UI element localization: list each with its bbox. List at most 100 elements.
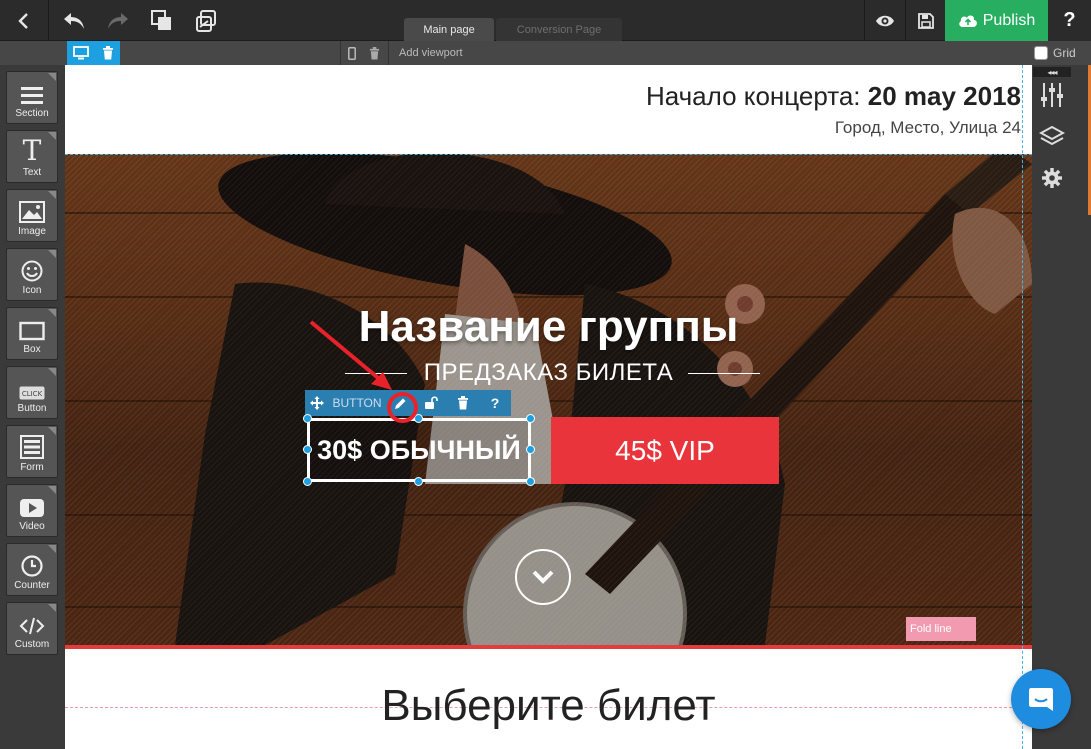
preorder-subtitle[interactable]: ПРЕДЗАКАЗ БИЛЕТА [65,359,1032,387]
tool-custom[interactable]: Custom [6,602,58,655]
resize-handle[interactable] [303,477,312,486]
video-play-icon [20,499,44,517]
grid-toggle[interactable]: Grid [1034,41,1076,65]
viewport-bar: Add viewport Grid [0,41,1091,65]
grid-label: Grid [1053,46,1076,60]
tool-label: Button [17,403,47,414]
undo-button[interactable] [52,0,96,41]
grid-checkbox[interactable] [1034,46,1048,60]
red-annotation-arrow-icon [309,320,392,390]
eye-icon [876,15,894,26]
tab-main-page[interactable]: Main page [404,18,494,41]
concert-date-prefix: Начало концерта: [645,81,868,111]
concert-address[interactable]: Город, Место, Улица 24 [835,118,1021,138]
tool-icon[interactable]: Icon [6,248,58,301]
resize-handle[interactable] [414,477,423,486]
fold-line-label: Fold line [906,617,976,641]
chevron-left-icon [18,12,28,29]
sliders-icon [1041,83,1063,107]
tool-counter[interactable]: Counter [6,543,58,596]
svg-text:CLICK: CLICK [22,390,43,398]
settings-sliders-button[interactable] [1038,81,1066,109]
clock-icon [21,555,43,577]
tool-button[interactable]: CLICK Button [6,366,58,419]
tool-label: Form [20,462,44,473]
code-icon [19,617,45,635]
chat-bubble-icon [1029,688,1053,711]
right-panel: ◂◂◂ [1032,65,1091,749]
paste-button[interactable] [184,0,228,41]
tool-text[interactable]: T Text [6,130,58,183]
tool-section[interactable]: Section [6,71,58,124]
help-question-icon[interactable]: ? [479,390,511,416]
hero-bottom-strip [65,645,1032,649]
tool-label: Counter [14,580,50,591]
element-toolbox: Section T Text Image Icon Box CLICK Butt… [0,65,65,749]
tab-conversion-page[interactable]: Conversion Page [496,18,622,41]
chevron-down-icon [532,570,554,584]
resize-handle[interactable] [526,445,535,454]
tool-label: Icon [22,285,42,296]
layers-button[interactable] [1038,123,1066,151]
top-toolbar: Main page Conversion Page Publish ? [0,0,1091,41]
tool-form[interactable]: Form [6,425,58,478]
tool-video[interactable]: Video [6,484,58,537]
box-icon [19,321,45,341]
band-name-heading[interactable]: Название группы [65,302,1032,352]
layers-icon [1039,125,1065,146]
page-canvas[interactable]: Начало концерта: 20 may 2018 Город, Мест… [65,65,1032,749]
duplicate-button[interactable] [140,0,184,41]
copy-icon [151,9,171,30]
back-button[interactable] [0,0,48,41]
tool-label: Section [15,108,49,119]
click-button-icon: CLICK [19,386,45,400]
tool-label: Image [18,226,46,237]
delete-element-button[interactable] [447,390,479,416]
floppy-disk-icon [917,12,934,29]
regular-ticket-button[interactable]: 30$ ОБЫЧНЫЙ [307,418,531,482]
form-icon [20,435,44,459]
paste-icon [196,9,216,32]
save-button[interactable] [906,0,945,41]
trash-icon [458,396,468,410]
smiley-icon [21,260,43,282]
collapse-panel-button[interactable]: ◂◂◂ [1033,67,1071,77]
desktop-viewport-tab[interactable] [67,41,120,65]
lock-button[interactable] [415,390,447,416]
tool-label: Box [23,344,41,355]
cloud-upload-icon [959,15,977,27]
undo-icon [64,12,84,29]
guide-line-vertical [1022,65,1023,749]
tool-label: Custom [14,639,50,650]
resize-handle[interactable] [526,414,535,423]
preview-button[interactable] [865,0,905,41]
resize-handle[interactable] [303,414,312,423]
vip-ticket-button[interactable]: 45$ VIP [551,417,779,484]
tool-box[interactable]: Box [6,307,58,360]
trash-icon [369,46,379,59]
tool-image[interactable]: Image [6,189,58,242]
tool-label: Text [22,167,42,178]
add-viewport-button[interactable]: Add viewport [388,41,463,65]
concert-date-heading[interactable]: Начало концерта: 20 may 2018 [646,81,1021,112]
desktop-monitor-icon[interactable] [73,46,90,60]
chat-support-button[interactable] [1011,669,1071,729]
unlock-icon [425,396,438,409]
mobile-phone-icon [347,46,356,60]
choose-ticket-heading[interactable]: Выберите билет [65,681,1032,731]
scroll-down-button[interactable] [515,549,571,605]
delete-mobile-viewport-button[interactable] [362,41,386,65]
resize-handle[interactable] [526,477,535,486]
redo-button[interactable] [96,0,140,41]
resize-handle[interactable] [303,445,312,454]
mobile-viewport-tab[interactable] [340,41,362,65]
publish-button[interactable]: Publish [945,0,1048,41]
gear-icon [1042,168,1062,188]
trash-icon[interactable] [102,46,114,60]
tool-label: Video [19,521,45,532]
help-button[interactable]: ? [1048,0,1091,41]
page-settings-button[interactable] [1038,164,1066,192]
subtitle-line-right [688,373,760,374]
guide-line-horizontal [65,154,1032,155]
concert-date-value: 20 may 2018 [867,81,1021,111]
